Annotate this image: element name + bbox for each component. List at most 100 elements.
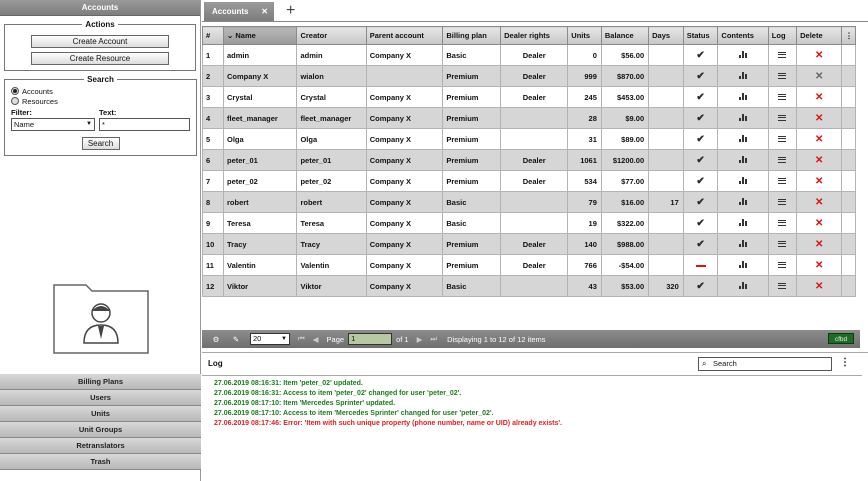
cell-contents[interactable]	[717, 191, 769, 213]
cell-contents[interactable]	[717, 149, 769, 171]
cell-log[interactable]	[767, 149, 798, 171]
check-icon[interactable]: ✔	[696, 281, 704, 292]
cell-log[interactable]	[767, 107, 798, 129]
cell-delete[interactable]: ✕	[796, 107, 843, 129]
list-lines-icon[interactable]	[778, 240, 787, 247]
cell-delete[interactable]: ✕	[796, 128, 843, 150]
nav-users[interactable]: Users	[0, 390, 201, 406]
list-lines-icon[interactable]	[778, 156, 787, 163]
col-header-parent-account[interactable]: Parent account	[365, 26, 444, 45]
table-row[interactable]: 3 Crystal Crystal Company X Premium Dealer 245…	[202, 86, 856, 108]
bar-chart-icon[interactable]	[738, 176, 748, 184]
cell-log[interactable]	[767, 65, 798, 87]
page-number-input[interactable]: 1	[348, 333, 393, 345]
radio-resources[interactable]: Resources	[11, 96, 190, 106]
cell-contents[interactable]	[717, 275, 769, 297]
cell-status[interactable]: ✔	[682, 233, 719, 255]
bar-chart-icon[interactable]	[738, 260, 748, 268]
check-icon[interactable]: ✔	[696, 155, 704, 166]
cell-contents[interactable]	[717, 65, 769, 87]
list-lines-icon[interactable]	[778, 219, 787, 226]
delete-x-icon[interactable]: ✕	[815, 92, 823, 103]
cell-status[interactable]: ✔	[682, 212, 719, 234]
nav-retranslators[interactable]: Retranslators	[0, 438, 201, 454]
nav-units[interactable]: Units	[0, 406, 201, 422]
cell-contents[interactable]	[717, 128, 769, 150]
delete-x-icon[interactable]: ✕	[815, 71, 823, 82]
list-lines-icon[interactable]	[778, 72, 787, 79]
log-menu-icon[interactable]: ⋮	[840, 357, 850, 368]
table-row[interactable]: 2 Company Xwialon Premium Dealer 999 $870.00 ✔…	[202, 65, 856, 87]
tab-accounts[interactable]: Accounts ✕	[204, 2, 274, 21]
cell-log[interactable]	[767, 275, 798, 297]
radio-resources-indicator[interactable]	[11, 97, 19, 105]
first-page-icon[interactable]: ⏮	[298, 334, 305, 344]
cell-contents[interactable]	[717, 107, 769, 129]
radio-accounts-indicator[interactable]	[11, 87, 19, 95]
list-lines-icon[interactable]	[778, 177, 787, 184]
cell-contents[interactable]	[717, 170, 769, 192]
table-row[interactable]: 4 fleet_manager fleet_manager Company X Prem…	[202, 107, 856, 129]
last-page-icon[interactable]: ⏭	[430, 334, 437, 344]
settings-icon[interactable]: ⚙	[210, 335, 222, 344]
cell-delete[interactable]: ✕	[796, 275, 843, 297]
check-icon[interactable]: ✔	[696, 50, 704, 61]
cell-status[interactable]: ✔	[682, 44, 719, 66]
check-icon[interactable]: ✔	[696, 71, 704, 82]
cell-log[interactable]	[767, 233, 798, 255]
cell-delete[interactable]: ✕	[796, 65, 843, 87]
cell-status[interactable]	[682, 254, 719, 276]
delete-x-icon[interactable]: ✕	[815, 239, 823, 250]
col-header-contents[interactable]: Contents	[717, 26, 769, 45]
col-header-delete[interactable]: Delete	[796, 26, 843, 45]
check-icon[interactable]: ✔	[696, 92, 704, 103]
cell-status[interactable]: ✔	[682, 149, 719, 171]
bar-chart-icon[interactable]	[738, 239, 748, 247]
table-row[interactable]: 10 Tracy Tracy Company X Premium Dealer 140 $98…	[202, 233, 856, 255]
cell-delete[interactable]: ✕	[796, 254, 843, 276]
list-lines-icon[interactable]	[778, 282, 787, 289]
check-icon[interactable]: ✔	[696, 113, 704, 124]
col-header-balance[interactable]: Balance	[600, 26, 650, 45]
cell-log[interactable]	[767, 191, 798, 213]
check-icon[interactable]: ✔	[696, 134, 704, 145]
cell-contents[interactable]	[717, 86, 769, 108]
cell-delete[interactable]: ✕	[796, 233, 843, 255]
bar-chart-icon[interactable]	[738, 197, 748, 205]
cell-log[interactable]	[767, 86, 798, 108]
col-header-creator[interactable]: Creator	[296, 26, 367, 45]
cell-status[interactable]: ✔	[682, 128, 719, 150]
col-header-name[interactable]: ⌄ Name	[222, 26, 298, 45]
delete-x-icon[interactable]: ✕	[815, 134, 823, 145]
col-header-units[interactable]: Units	[567, 26, 602, 45]
col-header-log[interactable]: Log	[767, 26, 798, 45]
col-header-billing-plan[interactable]: Billing plan	[442, 26, 502, 45]
cell-log[interactable]	[767, 170, 798, 192]
cell-delete[interactable]: ✕	[796, 212, 843, 234]
search-text-input[interactable]	[99, 118, 190, 131]
list-lines-icon[interactable]	[778, 93, 787, 100]
delete-x-icon[interactable]: ✕	[815, 113, 823, 124]
table-row[interactable]: 5 Olga Olga Company X Premium 31 $89.00 ✔ ✕	[202, 128, 856, 150]
nav-billing-plans[interactable]: Billing Plans	[0, 374, 201, 390]
filter-select[interactable]: Name ▼	[11, 118, 95, 131]
check-icon[interactable]: ✔	[696, 218, 704, 229]
delete-x-icon[interactable]: ✕	[815, 50, 823, 61]
delete-x-icon[interactable]: ✕	[815, 260, 823, 271]
next-page-icon[interactable]: ▶	[417, 335, 423, 344]
radio-accounts[interactable]: Accounts	[11, 86, 190, 96]
close-icon[interactable]: ✕	[261, 2, 268, 21]
col-header-status[interactable]: Status	[682, 26, 719, 45]
cell-log[interactable]	[767, 128, 798, 150]
search-button[interactable]: Search	[81, 137, 120, 150]
list-lines-icon[interactable]	[778, 114, 787, 121]
cell-delete[interactable]: ✕	[796, 149, 843, 171]
cell-contents[interactable]	[717, 233, 769, 255]
table-row[interactable]: 1 admin admin Company X Basic Dealer 0 $56.00 ✔ ✕	[202, 44, 856, 66]
add-tab-icon[interactable]: +	[286, 0, 295, 22]
col-header-days[interactable]: Days	[648, 26, 684, 45]
cell-contents[interactable]	[717, 44, 769, 66]
table-row[interactable]: 8 robert robert Company X Basic 79 $16.00 17 ✔ ✕	[202, 191, 856, 213]
bar-chart-icon[interactable]	[738, 71, 748, 79]
cell-status[interactable]: ✔	[682, 191, 719, 213]
